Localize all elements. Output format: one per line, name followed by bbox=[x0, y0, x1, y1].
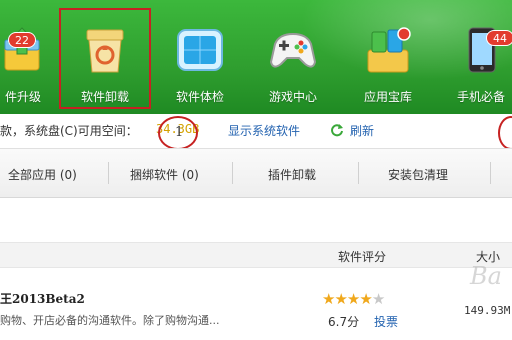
rating-stars: ★★★★★ bbox=[322, 290, 385, 308]
software-description: 购物、开店必备的沟通软件。除了购物沟通... bbox=[0, 314, 220, 327]
toolbar-item-upgrade-label: 件升级 bbox=[4, 90, 41, 104]
tab-divider bbox=[490, 162, 491, 184]
tab-plugin-uninstall[interactable]: 插件卸载 bbox=[268, 166, 316, 183]
toolbar-item-upgrade[interactable]: 22 件升级 bbox=[0, 0, 68, 114]
upgrade-count-badge: 22 bbox=[8, 32, 36, 48]
star-empty-icon: ★ bbox=[371, 290, 385, 308]
toolbar-item-checkup-label: 软件体检 bbox=[175, 90, 224, 104]
annotation-circle-2 bbox=[498, 116, 512, 150]
software-list-row[interactable]: 王2013Beta2 购物、开店必备的沟通软件。除了购物沟通... ★★★★★ … bbox=[0, 268, 512, 340]
software-size: 149.93M bbox=[464, 304, 511, 317]
disk-space-label: 款，系统盘(C)可用空间： bbox=[0, 124, 138, 138]
annotation-circle-1: 1 bbox=[158, 116, 198, 150]
refresh-link[interactable]: 刷新 bbox=[350, 122, 374, 139]
rating-score: 6.7分 bbox=[328, 315, 360, 329]
tab-package-cleanup[interactable]: 安装包清理 bbox=[388, 166, 448, 183]
selected-tool-highlight bbox=[59, 8, 151, 109]
toolbar-item-appstore-label: 应用宝库 bbox=[363, 90, 412, 104]
phone-count-badge: 44 bbox=[486, 30, 512, 46]
star-filled-icon: ★ bbox=[346, 290, 360, 308]
show-system-software-link[interactable]: 显示系统软件 bbox=[228, 122, 300, 139]
app-store-box-icon bbox=[367, 27, 411, 73]
star-filled-icon: ★ bbox=[322, 290, 335, 308]
toolbar-item-games[interactable]: 游戏中心 bbox=[248, 0, 338, 114]
category-tabs: 全部应用 (0) 捆绑软件 (0) 插件卸载 安装包清理 bbox=[0, 148, 512, 198]
software-name: 王2013Beta2 bbox=[0, 292, 85, 306]
toolbar-item-checkup[interactable]: 软件体检 bbox=[155, 0, 245, 114]
toolbar-item-phone[interactable]: 44 手机必备 bbox=[436, 0, 512, 114]
checkup-screen-icon bbox=[177, 29, 223, 71]
software-list-header: 软件评分 大小 bbox=[0, 242, 512, 268]
tab-bundled-software[interactable]: 捆绑软件 (0) bbox=[130, 166, 199, 183]
column-rating[interactable]: 软件评分 bbox=[338, 248, 386, 265]
filter-area bbox=[0, 198, 512, 242]
tab-divider bbox=[108, 162, 109, 184]
star-filled-icon: ★ bbox=[359, 290, 372, 308]
annotation-number: 1 bbox=[175, 125, 184, 140]
gamepad-icon bbox=[269, 32, 317, 68]
toolbar-item-appstore[interactable]: 应用宝库 bbox=[343, 0, 433, 114]
tab-all-apps[interactable]: 全部应用 (0) bbox=[8, 166, 77, 183]
star-filled-icon: ★ bbox=[334, 290, 347, 308]
tab-divider bbox=[358, 162, 359, 184]
main-toolbar: 22 件升级 软件卸载 软件体检 游戏中心 应用宝库 44 手机必备 bbox=[0, 0, 512, 114]
vote-link[interactable]: 投票 bbox=[374, 313, 398, 330]
disk-status-bar: 款，系统盘(C)可用空间： 34.3GB 显示系统软件 刷新 bbox=[0, 114, 512, 144]
toolbar-item-games-label: 游戏中心 bbox=[268, 90, 317, 104]
refresh-icon[interactable] bbox=[330, 123, 344, 137]
watermark-logo: Ba bbox=[470, 262, 502, 290]
tab-divider bbox=[232, 162, 233, 184]
toolbar-item-phone-label: 手机必备 bbox=[456, 90, 505, 104]
upgrade-icon bbox=[4, 27, 40, 71]
